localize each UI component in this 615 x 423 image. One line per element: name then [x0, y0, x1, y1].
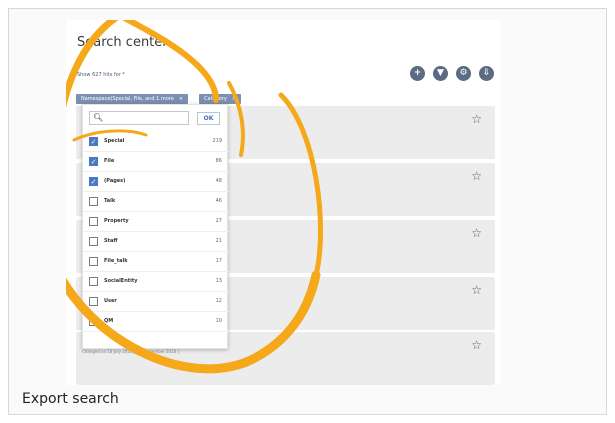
checkbox[interactable]: [89, 317, 98, 326]
star-icon[interactable]: ☆: [471, 169, 482, 183]
namespace-option[interactable]: SocialEntity 13: [83, 272, 229, 292]
namespace-option[interactable]: QM 10: [83, 312, 229, 332]
namespace-option[interactable]: File_talk 17: [83, 252, 229, 272]
namespace-dropdown: 🔍︎ OK ✓ Special 219 ✓ File 86 ✓ (Pages) 48 Talk 46…: [82, 104, 229, 349]
ok-button[interactable]: OK: [197, 112, 220, 125]
namespace-option-count: 86: [215, 158, 222, 164]
star-icon[interactable]: ☆: [471, 226, 482, 240]
hit-count: Show 627 hits for *: [77, 72, 125, 78]
filter-chip-namespace[interactable]: Namespace(Special, File, and 1 more ×: [76, 94, 189, 104]
namespace-option-count: 46: [215, 198, 222, 204]
toolbar: + ▼ ⚙ ⇩: [410, 66, 494, 81]
namespace-option-count: 17: [215, 258, 222, 264]
namespace-option-label: Staff: [104, 238, 118, 244]
namespace-option-label: QM: [104, 318, 114, 324]
result-meta: Changed on 18 July 2018 | 20 September 2…: [82, 349, 179, 354]
namespace-option-count: 21: [215, 238, 222, 244]
namespace-option-count: 13: [215, 278, 222, 284]
checkbox[interactable]: [89, 197, 98, 206]
namespace-option[interactable]: ✓ Special 219: [83, 132, 229, 152]
filter-chip-category[interactable]: Category ×: [199, 94, 242, 104]
namespace-option-label: Property: [104, 218, 129, 224]
settings-icon[interactable]: ⚙: [456, 66, 471, 81]
namespace-option-label: Special: [104, 138, 125, 144]
filter-icon[interactable]: ▼: [433, 66, 448, 81]
namespace-option[interactable]: Talk 46: [83, 192, 229, 212]
checkbox[interactable]: ✓: [89, 157, 98, 166]
namespace-option-label: File: [104, 158, 115, 164]
page-title: Search center: [77, 35, 168, 50]
checkbox[interactable]: [89, 237, 98, 246]
checkbox[interactable]: [89, 217, 98, 226]
image-caption: Export search: [22, 391, 119, 407]
dropdown-search-input[interactable]: 🔍︎: [89, 111, 189, 125]
filter-chips: Namespace(Special, File, and 1 more × Cat…: [76, 94, 242, 104]
export-icon[interactable]: ⇩: [479, 66, 494, 81]
checkbox[interactable]: [89, 277, 98, 286]
namespace-option-count: 12: [215, 298, 222, 304]
star-icon[interactable]: ☆: [471, 283, 482, 297]
namespace-option[interactable]: ✓ File 86: [83, 152, 229, 172]
image-frame: Search center Show 627 hits for * + ▼ ⚙ …: [8, 8, 607, 415]
namespace-option-label: File_talk: [104, 258, 128, 264]
star-icon[interactable]: ☆: [471, 338, 482, 352]
close-icon[interactable]: ×: [232, 96, 236, 102]
namespace-option[interactable]: User 12: [83, 292, 229, 312]
screenshot: Search center Show 627 hits for * + ▼ ⚙ …: [66, 20, 500, 385]
namespace-option-count: 48: [215, 178, 222, 184]
namespace-option[interactable]: Property 27: [83, 212, 229, 232]
chip-label: Category: [204, 96, 227, 102]
namespace-option-count: 27: [215, 218, 222, 224]
close-icon[interactable]: ×: [179, 96, 183, 102]
chip-label: Namespace(Special, File, and 1 more: [81, 96, 174, 102]
namespace-option-label: (Pages): [104, 178, 126, 184]
namespace-list: ✓ Special 219 ✓ File 86 ✓ (Pages) 48 Talk 46 Proper…: [83, 132, 229, 332]
checkbox[interactable]: [89, 297, 98, 306]
namespace-option-label: User: [104, 298, 117, 304]
namespace-option-label: SocialEntity: [104, 278, 138, 284]
plus-circle-icon[interactable]: +: [410, 66, 425, 81]
namespace-option-count: 219: [212, 138, 222, 144]
namespace-option[interactable]: Staff 21: [83, 232, 229, 252]
star-icon[interactable]: ☆: [471, 112, 482, 126]
checkbox[interactable]: [89, 257, 98, 266]
checkbox[interactable]: ✓: [89, 177, 98, 186]
namespace-option-count: 10: [215, 318, 222, 324]
namespace-option-label: Talk: [104, 198, 116, 204]
search-icon: 🔍︎: [93, 113, 104, 122]
checkbox[interactable]: ✓: [89, 137, 98, 146]
namespace-option[interactable]: ✓ (Pages) 48: [83, 172, 229, 192]
